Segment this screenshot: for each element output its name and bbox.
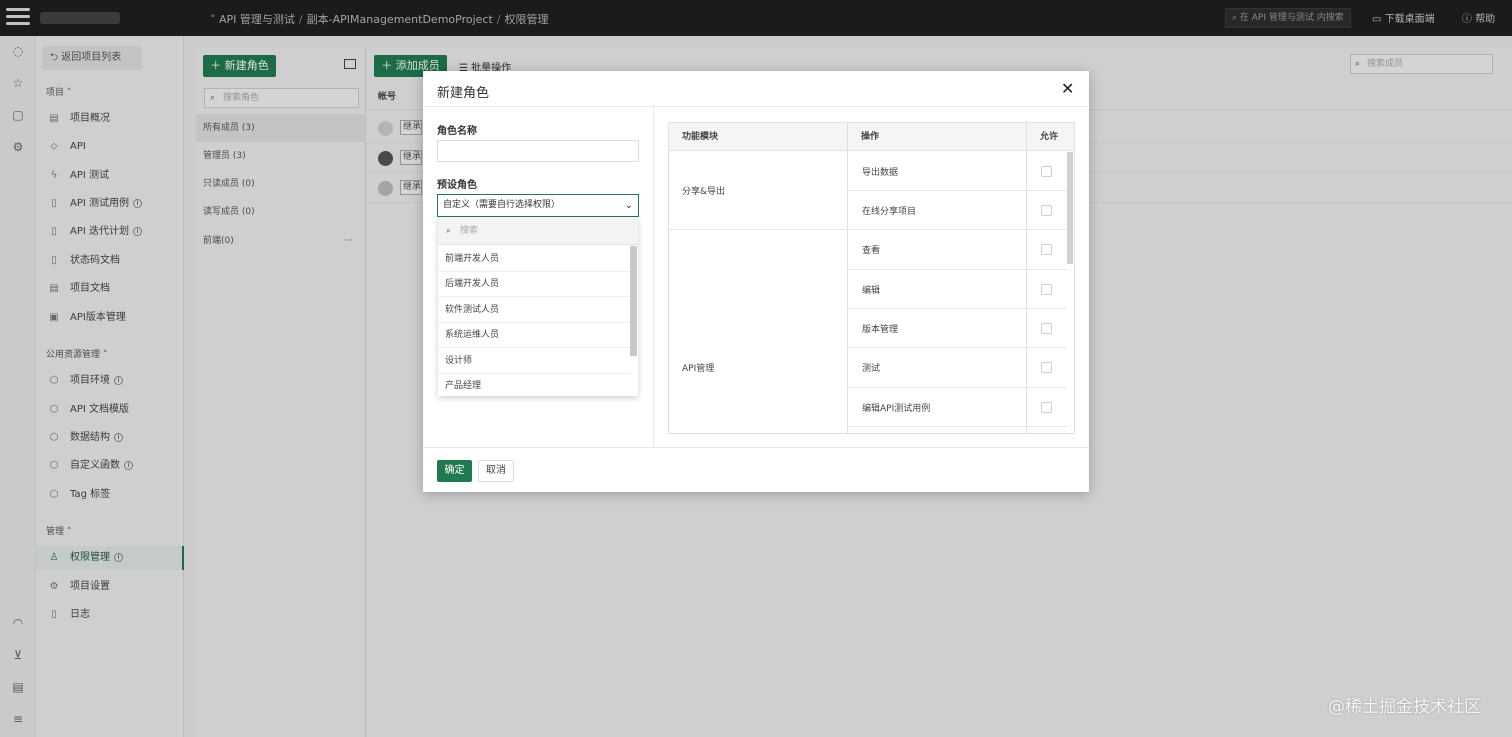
grid-line: [847, 190, 1067, 191]
permission-table: 功能模块 操作 允许 分享&导出 API管理 导出数据 在线分享项目 查看 编辑…: [668, 122, 1075, 434]
close-icon[interactable]: ✕: [1061, 79, 1074, 98]
role-name-input[interactable]: [437, 140, 639, 162]
operation-cell: 导出数据: [862, 168, 899, 178]
divider: [423, 447, 1089, 448]
dialog-title: 新建角色: [437, 86, 490, 101]
dropdown-option[interactable]: 系统运维人员: [438, 322, 631, 348]
grid-line: [847, 347, 1067, 348]
dropdown-option[interactable]: 设计师: [438, 348, 631, 374]
divider: [653, 107, 654, 447]
allow-checkbox[interactable]: [1041, 244, 1052, 255]
dropdown-option[interactable]: 前端开发人员: [438, 246, 631, 272]
preset-role-select[interactable]: 自定义（需要自行选择权限） ⌄: [437, 194, 639, 217]
grid-line: [669, 229, 847, 230]
preset-role-dropdown: ⌕ 搜索 前端开发人员 后端开发人员 软件测试人员 系统运维人员 设计师 产品经理: [438, 218, 638, 396]
column-header-allow: 允许: [1026, 123, 1074, 151]
dropdown-option[interactable]: 产品经理: [438, 373, 631, 396]
grid-line: [847, 229, 1067, 230]
module-cell: API管理: [682, 364, 715, 374]
grid-line: [847, 151, 848, 433]
operation-cell: 编辑API测试用例: [862, 404, 931, 414]
operation-cell: 查看: [862, 246, 881, 256]
allow-checkbox[interactable]: [1041, 205, 1052, 216]
dropdown-option[interactable]: 后端开发人员: [438, 271, 631, 297]
allow-checkbox[interactable]: [1041, 402, 1052, 413]
divider: [423, 106, 1089, 107]
operation-cell: 版本管理: [862, 325, 899, 335]
chevron-down-icon: ⌄: [624, 200, 633, 211]
allow-checkbox[interactable]: [1041, 166, 1052, 177]
module-cell: 分享&导出: [682, 187, 726, 197]
grid-line: [847, 308, 1067, 309]
dropdown-search-input[interactable]: ⌕ 搜索: [438, 218, 638, 245]
new-role-dialog: 新建角色 ✕ 角色名称 预设角色 自定义（需要自行选择权限） ⌄ ⌕ 搜索 前端开发…: [423, 71, 1089, 492]
table-scrollbar[interactable]: [1067, 152, 1073, 264]
allow-checkbox[interactable]: [1041, 323, 1052, 334]
column-header-operation: 操作: [847, 123, 1026, 151]
preset-role-label: 预设角色: [437, 180, 477, 191]
column-header-module: 功能模块: [669, 123, 847, 151]
dropdown-option[interactable]: 软件测试人员: [438, 297, 631, 323]
role-name-label: 角色名称: [437, 126, 477, 137]
confirm-button[interactable]: 确定: [437, 460, 472, 482]
operation-cell: 测试: [862, 364, 881, 374]
operation-cell: 在线分享项目: [862, 207, 917, 217]
cancel-button[interactable]: 取消: [478, 460, 514, 482]
search-icon: ⌕: [446, 226, 452, 236]
allow-checkbox[interactable]: [1041, 362, 1052, 373]
grid-line: [1026, 151, 1027, 433]
grid-line: [847, 269, 1067, 270]
grid-line: [847, 426, 1067, 427]
operation-cell: 编辑: [862, 286, 881, 296]
grid-line: [847, 387, 1067, 388]
watermark: @稀土掘金技术社区: [1328, 697, 1481, 717]
dropdown-scrollbar[interactable]: [630, 246, 637, 356]
allow-checkbox[interactable]: [1041, 284, 1052, 295]
